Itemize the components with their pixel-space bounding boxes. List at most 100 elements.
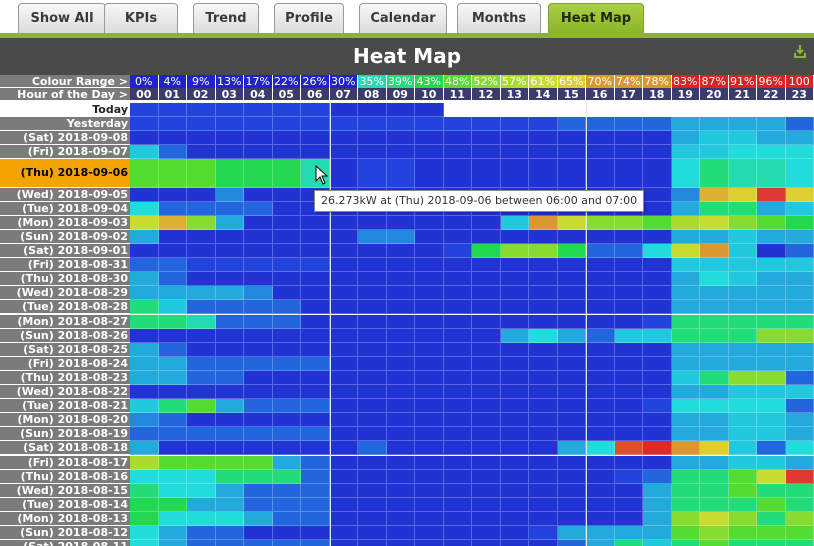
heat-cell[interactable] <box>557 314 586 329</box>
heat-cell[interactable] <box>728 483 757 498</box>
heat-cell[interactable] <box>386 131 415 146</box>
heat-cell[interactable] <box>757 117 786 132</box>
heat-cell[interactable] <box>785 455 814 470</box>
heat-cell[interactable] <box>358 103 387 118</box>
heat-cell[interactable] <box>529 356 558 371</box>
heat-cell[interactable] <box>671 526 700 541</box>
heat-cell[interactable] <box>757 229 786 244</box>
heat-cell[interactable] <box>358 342 387 357</box>
heat-cell[interactable] <box>785 342 814 357</box>
heat-cell[interactable] <box>386 328 415 343</box>
heat-cell[interactable] <box>158 469 187 484</box>
heat-cell[interactable] <box>301 413 330 428</box>
heat-cell[interactable] <box>415 215 444 230</box>
heat-cell[interactable] <box>757 370 786 385</box>
heat-cell[interactable] <box>529 540 558 546</box>
heat-cell[interactable] <box>785 399 814 414</box>
heat-cell[interactable] <box>671 497 700 512</box>
heat-cell[interactable] <box>500 441 529 456</box>
heat-cell[interactable] <box>415 427 444 442</box>
heat-cell[interactable] <box>187 385 216 400</box>
heat-cell[interactable] <box>215 187 244 202</box>
heat-cell[interactable] <box>671 131 700 146</box>
heat-cell[interactable] <box>187 258 216 273</box>
heat-cell[interactable] <box>358 117 387 132</box>
heat-cell[interactable] <box>643 131 672 146</box>
heat-cell[interactable] <box>785 469 814 484</box>
heat-cell[interactable] <box>215 103 244 118</box>
heat-cell[interactable] <box>557 497 586 512</box>
heat-cell[interactable] <box>329 215 358 230</box>
heat-cell[interactable] <box>557 286 586 301</box>
heat-cell[interactable] <box>529 427 558 442</box>
heat-cell[interactable] <box>187 272 216 287</box>
heat-cell[interactable] <box>244 272 273 287</box>
heat-cell[interactable] <box>158 413 187 428</box>
heat-cell[interactable] <box>472 342 501 357</box>
heat-cell[interactable] <box>586 117 615 132</box>
heat-cell[interactable] <box>529 229 558 244</box>
heat-cell[interactable] <box>700 455 729 470</box>
heat-cell[interactable] <box>757 201 786 216</box>
heat-cell[interactable] <box>244 258 273 273</box>
heat-cell[interactable] <box>158 103 187 118</box>
heat-cell[interactable] <box>272 483 301 498</box>
heat-cell[interactable] <box>529 441 558 456</box>
heat-cell[interactable] <box>614 526 643 541</box>
heat-cell[interactable] <box>158 131 187 146</box>
heat-cell[interactable] <box>130 356 159 371</box>
heat-cell[interactable] <box>187 103 216 118</box>
heat-cell[interactable] <box>244 201 273 216</box>
heat-cell[interactable] <box>301 229 330 244</box>
heat-cell[interactable] <box>386 441 415 456</box>
row-label[interactable]: (Mon) 2018-08-27 <box>0 314 130 329</box>
heat-cell[interactable] <box>443 526 472 541</box>
heat-cell[interactable] <box>301 342 330 357</box>
heat-cell[interactable] <box>529 215 558 230</box>
row-label[interactable]: (Tue) 2018-08-21 <box>0 399 130 414</box>
heat-cell[interactable] <box>329 455 358 470</box>
heat-cell[interactable] <box>500 526 529 541</box>
heat-cell[interactable] <box>272 540 301 546</box>
heat-cell[interactable] <box>557 385 586 400</box>
heat-cell[interactable] <box>244 455 273 470</box>
heat-cell[interactable] <box>329 427 358 442</box>
heat-cell[interactable] <box>386 145 415 160</box>
heat-cell[interactable] <box>187 399 216 414</box>
heat-cell[interactable] <box>415 229 444 244</box>
heat-cell[interactable] <box>472 385 501 400</box>
heat-cell[interactable] <box>329 342 358 357</box>
heat-cell[interactable] <box>386 526 415 541</box>
heat-cell[interactable] <box>614 455 643 470</box>
heat-cell[interactable] <box>785 356 814 371</box>
heat-cell[interactable] <box>329 469 358 484</box>
heat-cell[interactable] <box>785 300 814 315</box>
heat-cell[interactable] <box>586 272 615 287</box>
heat-cell[interactable] <box>215 117 244 132</box>
heat-cell[interactable] <box>386 103 415 118</box>
heat-cell[interactable] <box>158 342 187 357</box>
heat-cell[interactable] <box>301 131 330 146</box>
heat-cell[interactable] <box>728 244 757 259</box>
heat-cell[interactable] <box>386 455 415 470</box>
heat-cell[interactable] <box>557 540 586 546</box>
heat-cell[interactable] <box>187 131 216 146</box>
heat-cell[interactable] <box>329 540 358 546</box>
heat-cell[interactable] <box>472 441 501 456</box>
heat-cell[interactable] <box>586 215 615 230</box>
heat-cell[interactable] <box>671 399 700 414</box>
heat-cell[interactable] <box>472 229 501 244</box>
tab-calendar[interactable]: Calendar <box>359 3 447 33</box>
heat-cell[interactable] <box>329 328 358 343</box>
heat-cell[interactable] <box>586 258 615 273</box>
heat-cell[interactable] <box>500 272 529 287</box>
heat-cell[interactable] <box>700 385 729 400</box>
heat-cell[interactable] <box>244 441 273 456</box>
heat-cell[interactable] <box>244 511 273 526</box>
heat-cell[interactable] <box>586 540 615 546</box>
heat-cell[interactable] <box>301 244 330 259</box>
heat-cell[interactable] <box>643 441 672 456</box>
heat-cell[interactable] <box>358 314 387 329</box>
heat-cell[interactable] <box>614 314 643 329</box>
heat-cell[interactable] <box>158 215 187 230</box>
